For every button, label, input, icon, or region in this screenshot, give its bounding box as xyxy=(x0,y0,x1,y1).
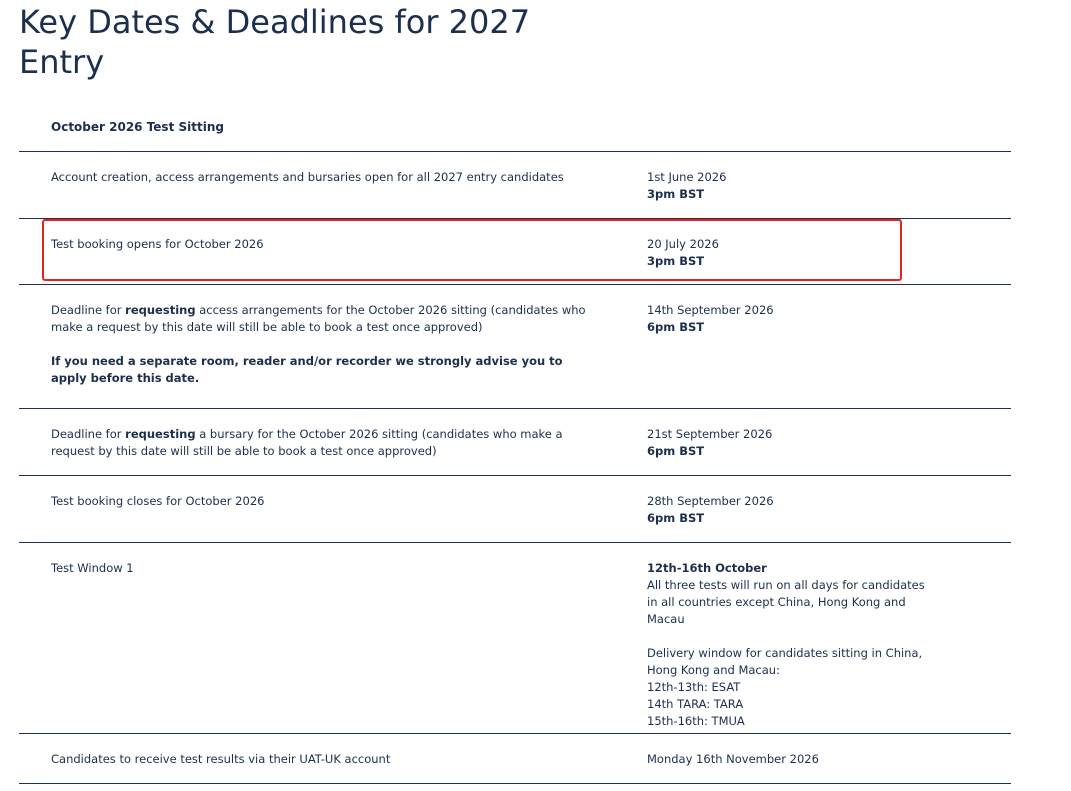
delivery-item: 15th-16th: TMUA xyxy=(647,714,745,728)
table-row: Account creation, access arrangements an… xyxy=(19,152,1011,219)
date-text: 21st September 2026 xyxy=(647,427,773,441)
time-text: 6pm BST xyxy=(647,320,705,334)
date-text: 20 July 2026 xyxy=(647,237,719,251)
date-text: 1st June 2026 xyxy=(647,170,727,184)
date-cell: 12th-16th October All three tests will r… xyxy=(615,560,925,733)
date-cell: Monday 16th November 2026 xyxy=(615,751,925,783)
date-range: 12th-16th October xyxy=(647,561,767,575)
date-cell: 1st June 2026 3pm BST xyxy=(615,169,925,218)
event-cell: Test booking closes for October 2026 xyxy=(51,494,265,508)
event-cell: Test booking opens for October 2026 xyxy=(51,237,264,251)
date-text: 28th September 2026 xyxy=(647,494,774,508)
event-note: If you need a separate room, reader and/… xyxy=(51,354,563,385)
delivery-description: Delivery window for candidates sitting i… xyxy=(647,646,923,677)
time-text: 3pm BST xyxy=(647,187,705,201)
time-text: 3pm BST xyxy=(647,254,705,268)
event-cell: Test Window 1 xyxy=(51,561,134,575)
date-description: All three tests will run on all days for… xyxy=(647,578,925,626)
table-row: Deadline for requesting access arrangeme… xyxy=(19,285,1011,409)
date-cell: 20 July 2026 3pm BST xyxy=(615,236,925,284)
date-cell: 28th September 2026 6pm BST xyxy=(615,493,925,542)
date-text: Monday 16th November 2026 xyxy=(647,752,819,766)
event-cell: Candidates to receive test results via t… xyxy=(51,752,391,766)
table-row-highlighted: Test booking opens for October 2026 20 J… xyxy=(19,219,1011,285)
date-cell: 14th September 2026 6pm BST xyxy=(615,302,925,408)
table-row: Candidates to receive test results via t… xyxy=(19,734,1011,784)
table-row: Deadline for requesting a bursary for th… xyxy=(19,409,1011,476)
delivery-item: 12th-13th: ESAT xyxy=(647,680,741,694)
event-description: Deadline for requesting access arrangeme… xyxy=(51,303,586,334)
table-row: Test Window 1 12th-16th October All thre… xyxy=(19,543,1011,734)
key-dates-table: October 2026 Test Sitting Account creati… xyxy=(19,100,1011,784)
event-cell: Deadline for requesting a bursary for th… xyxy=(19,426,615,475)
event-cell: Deadline for requesting access arrangeme… xyxy=(19,302,615,408)
page-title: Key Dates & Deadlines for 2027 Entry xyxy=(19,3,531,81)
event-cell: Account creation, access arrangements an… xyxy=(51,170,564,184)
date-cell: 21st September 2026 6pm BST xyxy=(615,426,925,475)
page: Key Dates & Deadlines for 2027 Entry Oct… xyxy=(0,0,1071,791)
section-header: October 2026 Test Sitting xyxy=(19,100,1011,152)
date-text: 14th September 2026 xyxy=(647,303,774,317)
table-row: Test booking closes for October 2026 28t… xyxy=(19,476,1011,543)
delivery-item: 14th TARA: TARA xyxy=(647,697,744,711)
event-description: Deadline for requesting a bursary for th… xyxy=(51,427,563,458)
time-text: 6pm BST xyxy=(647,511,705,525)
time-text: 6pm BST xyxy=(647,444,705,458)
